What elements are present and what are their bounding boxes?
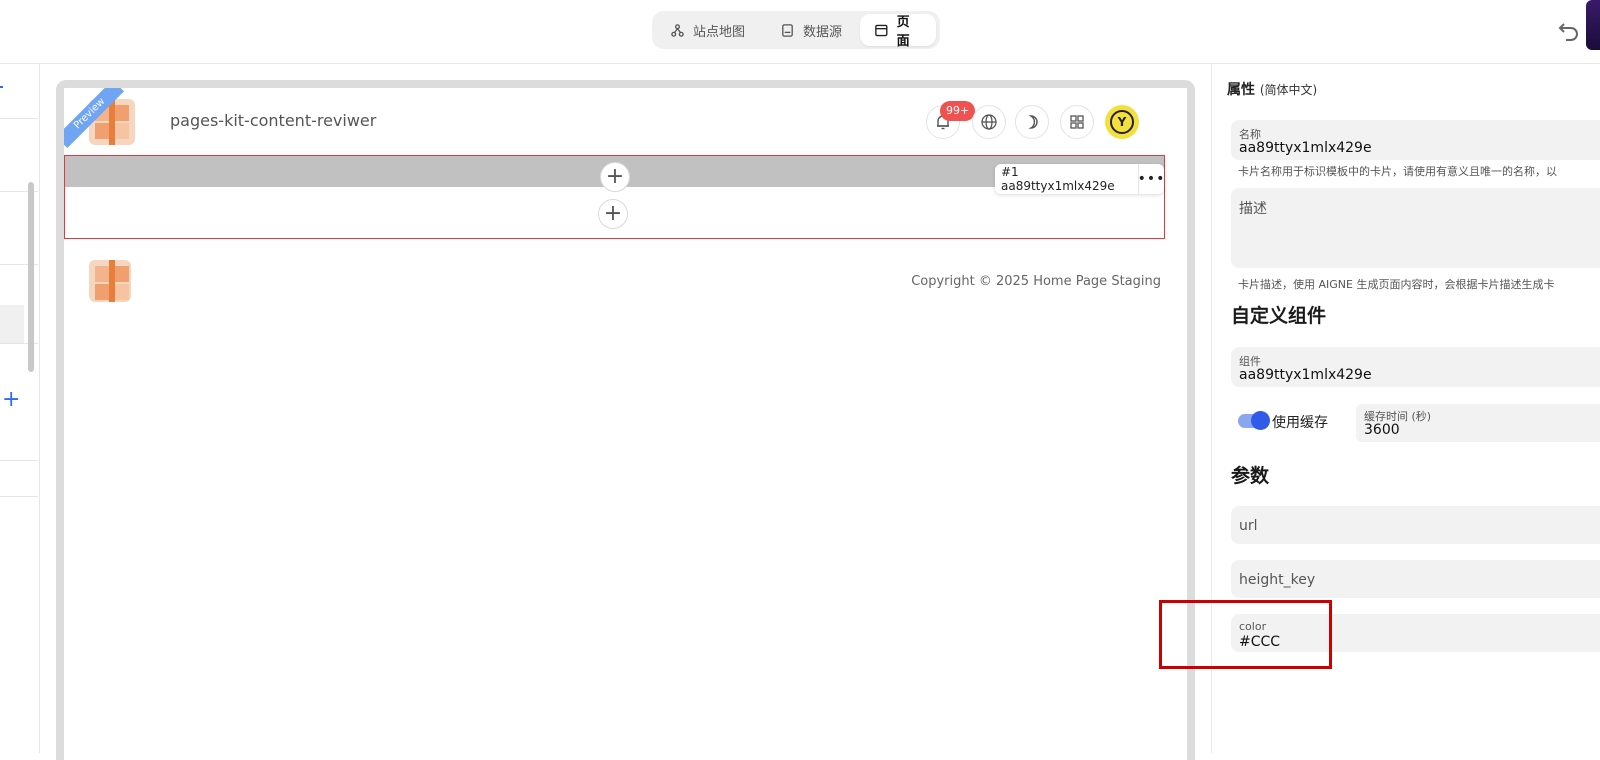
params-heading: 参数 — [1231, 465, 1270, 487]
tab-sitemap[interactable]: 站点地图 — [656, 14, 768, 46]
footer-logo — [89, 260, 131, 302]
panel-lang: (简体中文) — [1259, 83, 1318, 97]
apps-button[interactable] — [1060, 105, 1094, 139]
site-title: pages-kit-content-reviwer — [170, 111, 377, 130]
param-height-key-label: height_key — [1239, 572, 1316, 588]
component-value: aa89ttyx1mlx429e — [1239, 367, 1372, 383]
page-icon — [875, 24, 888, 36]
add-block-button[interactable]: + — [600, 162, 630, 192]
preview-ribbon-wrap: Preview — [64, 88, 124, 148]
block-label: #1 aa89ttyx1mlx429e — [1001, 165, 1115, 193]
name-value: aa89ttyx1mlx429e — [1239, 140, 1372, 156]
tab-page-label: 页面 — [896, 15, 910, 49]
tab-datasource-label: 数据源 — [803, 24, 843, 40]
view-tabs: 站点地图 数据源 页面 — [652, 11, 940, 49]
top-bar: 站点地图 数据源 页面 — [0, 0, 1600, 64]
tab-sitemap-label: 站点地图 — [693, 24, 746, 40]
moon-icon — [1028, 115, 1038, 129]
param-url-label: url — [1239, 518, 1258, 534]
panel-title: 属性 (简体中文) — [1227, 79, 1317, 99]
user-avatar-corner[interactable] — [1586, 0, 1600, 50]
preview-ribbon: Preview — [64, 88, 124, 148]
custom-component-heading: 自定义组件 — [1231, 305, 1327, 327]
datasource-icon — [782, 23, 793, 37]
annotation-highlight-box — [1159, 600, 1332, 669]
divider — [0, 118, 38, 119]
sidebar-item-selected[interactable] — [0, 305, 24, 343]
use-cache-label: 使用缓存 — [1272, 415, 1328, 431]
description-hint: 卡片描述，使用 AIGNE 生成页面内容时，会根据卡片描述生成卡 — [1238, 278, 1555, 291]
add-block-button[interactable]: + — [598, 199, 628, 229]
cache-time-field[interactable]: 缓存时间 (秒) 3600 — [1356, 404, 1600, 442]
undo-icon[interactable] — [1556, 20, 1580, 42]
left-sidebar: + — [0, 64, 40, 753]
user-avatar[interactable]: Y — [1105, 105, 1139, 139]
panel-title-text: 属性 — [1227, 82, 1255, 98]
param-height-key-field[interactable]: height_key — [1231, 560, 1600, 598]
globe-icon — [981, 114, 997, 130]
site-header: Preview pages-kit-content-reviwer 99+ Y — [64, 88, 1187, 155]
description-placeholder: 描述 — [1239, 201, 1267, 217]
sidebar-scrollbar[interactable] — [28, 182, 34, 372]
sidebar-indicator — [0, 86, 3, 88]
language-button[interactable] — [972, 105, 1006, 139]
footer-copyright: Copyright © 2025 Home Page Staging — [911, 274, 1161, 289]
param-url-field[interactable]: url — [1231, 506, 1600, 544]
add-icon[interactable]: + — [2, 389, 20, 411]
use-cache-toggle[interactable] — [1238, 411, 1270, 430]
selected-block[interactable]: + + #1 aa89ttyx1mlx429e ••• — [64, 155, 1165, 239]
divider — [0, 460, 38, 461]
name-hint: 卡片名称用于标识模板中的卡片，请使用有意义且唯一的名称，以 — [1238, 165, 1557, 178]
cache-time-value: 3600 — [1364, 422, 1400, 438]
grid-icon — [1070, 115, 1084, 129]
theme-toggle-button[interactable] — [1015, 105, 1049, 139]
component-field[interactable]: 组件 aa89ttyx1mlx429e — [1231, 347, 1600, 387]
sitemap-icon — [671, 23, 684, 37]
description-field[interactable]: 描述 — [1231, 188, 1600, 268]
more-icon[interactable]: ••• — [1138, 164, 1164, 194]
toggle-knob — [1251, 411, 1270, 430]
block-label-chip[interactable]: #1 aa89ttyx1mlx429e ••• — [995, 164, 1164, 194]
divider — [0, 496, 38, 497]
name-field[interactable]: 名称 aa89ttyx1mlx429e — [1231, 120, 1600, 160]
tab-page[interactable]: 页面 — [860, 14, 936, 49]
notification-badge: 99+ — [940, 101, 976, 121]
avatar-letter: Y — [1110, 110, 1134, 134]
page-canvas: Preview pages-kit-content-reviwer 99+ Y … — [56, 80, 1195, 760]
tab-datasource[interactable]: 数据源 — [766, 14, 866, 46]
